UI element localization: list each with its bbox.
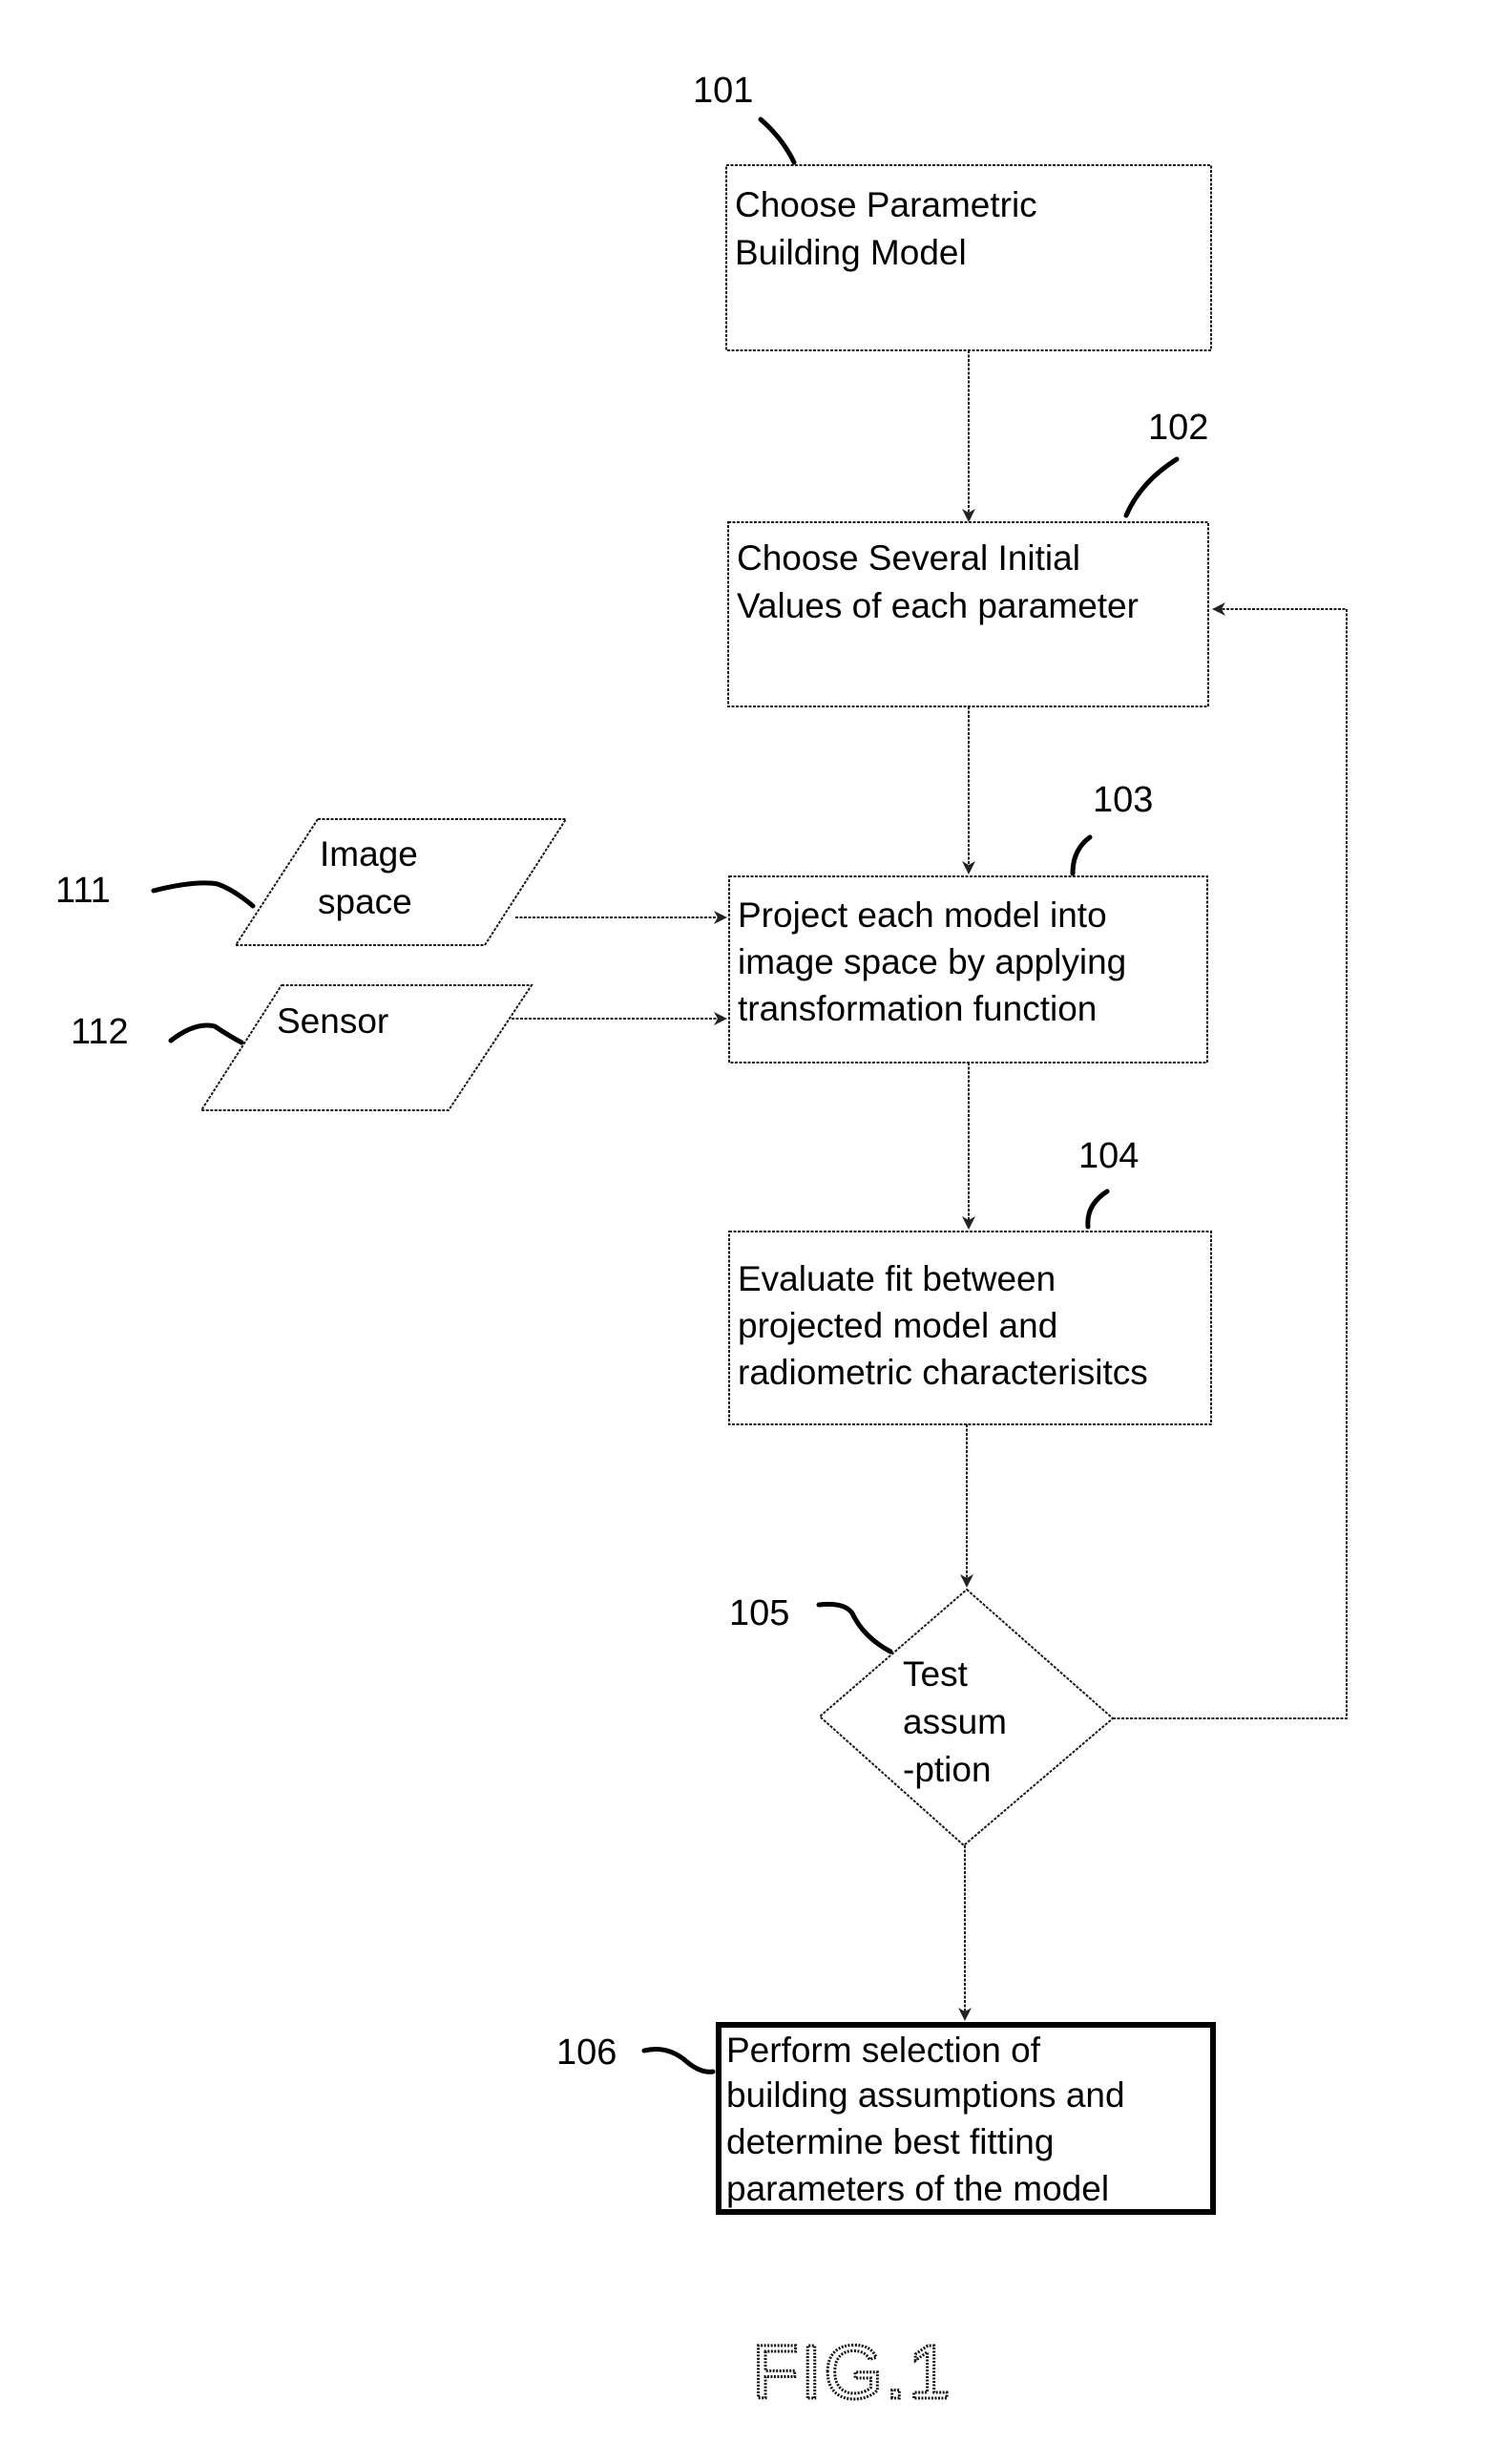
leader-102 <box>1123 456 1180 518</box>
leader-111 <box>151 880 256 909</box>
node-101-line-1: Choose Parametric <box>735 185 1037 224</box>
node-101-line-2: Building Model <box>735 233 967 272</box>
flowchart-canvas: Choose Parametric Building Model 101 Cho… <box>55 71 1348 2416</box>
node-102-line-1: Choose Several Initial <box>737 538 1080 578</box>
ref-label-103: 103 <box>1093 780 1153 820</box>
edge-105-102-loop <box>1113 602 1348 1719</box>
ref-label-104: 104 <box>1078 1136 1139 1176</box>
node-103: Project each model into image space by a… <box>728 875 1208 1064</box>
node-106-line-1: Perform selection of <box>726 2031 1041 2070</box>
node-111: Image space <box>234 818 568 946</box>
leader-106 <box>641 2047 716 2074</box>
node-111-line-1: Image <box>320 834 418 874</box>
node-103-line-2: image space by applying <box>738 942 1126 981</box>
node-102-line-2: Values of each parameter <box>737 586 1139 625</box>
node-101: Choose Parametric Building Model <box>725 164 1212 351</box>
ref-label-102: 102 <box>1148 408 1208 448</box>
node-112: Sensor <box>199 984 533 1111</box>
ref-label-101: 101 <box>693 71 753 111</box>
node-105-line-1: Test <box>903 1654 969 1694</box>
leader-101 <box>758 116 797 165</box>
figure-caption: FIG.1 <box>752 2329 952 2414</box>
node-106-line-4: parameters of the model <box>726 2169 1109 2208</box>
ref-label-112: 112 <box>71 1012 129 1052</box>
ref-label-105: 105 <box>729 1593 789 1633</box>
node-103-line-3: transformation function <box>738 989 1097 1028</box>
node-106-line-3: determine best fitting <box>726 2122 1054 2161</box>
node-106-line-2: building assumptions and <box>726 2075 1125 2115</box>
node-111-line-2: space <box>318 882 412 921</box>
node-104-line-3: radiometric characterisitcs <box>738 1353 1148 1392</box>
node-106: Perform selection of building assumption… <box>716 2022 1216 2215</box>
node-112-line-1: Sensor <box>277 1001 388 1041</box>
ref-label-111: 111 <box>55 871 111 911</box>
leader-104 <box>1085 1189 1110 1230</box>
node-103-line-1: Project each model into <box>738 895 1107 935</box>
node-104-line-2: projected model and <box>738 1306 1057 1345</box>
leader-112 <box>168 1022 244 1045</box>
node-104: Evaluate fit between projected model and… <box>728 1231 1212 1425</box>
ref-label-106: 106 <box>556 2032 617 2073</box>
node-104-line-1: Evaluate fit between <box>738 1259 1056 1298</box>
leader-103 <box>1070 834 1093 876</box>
node-105-line-2: assum <box>903 1702 1007 1741</box>
node-105-line-3: -ption <box>903 1750 992 1789</box>
node-102: Choose Several Initial Values of each pa… <box>727 521 1209 707</box>
leader-105 <box>816 1601 893 1654</box>
